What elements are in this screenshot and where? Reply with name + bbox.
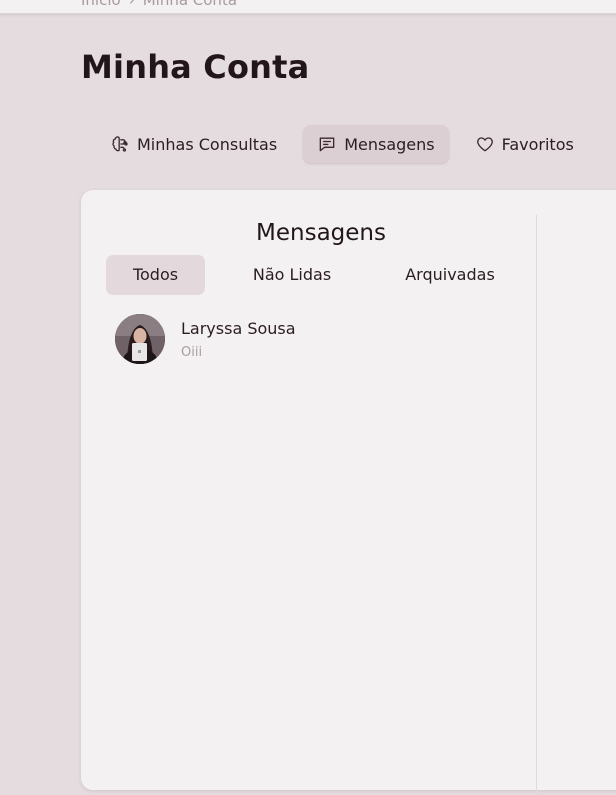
heart-icon	[476, 137, 493, 152]
messages-panel-title: Mensagens	[256, 220, 386, 246]
nav-item-favoritos[interactable]: Favoritos	[461, 125, 588, 163]
message-filters: Todos Não Lidas Arquivadas	[106, 255, 506, 295]
messages-card: Mensagens Todos Não Lidas Arquivadas Lar…	[81, 190, 616, 795]
breadcrumb-separator: ›	[128, 0, 135, 9]
conversation-preview: Oiii	[181, 345, 203, 360]
filter-tab-arquivadas[interactable]: Arquivadas	[389, 255, 511, 295]
brain-icon	[112, 136, 128, 152]
conversation-item[interactable]: Laryssa Sousa Oiii	[115, 314, 495, 368]
top-bar: Início › Minha Conta	[0, 0, 616, 14]
nav-item-label: Mensagens	[344, 134, 435, 154]
filter-tab-nao-lidas[interactable]: Não Lidas	[236, 255, 348, 295]
breadcrumb-home-link[interactable]: Início	[81, 0, 121, 9]
page-title: Minha Conta	[81, 48, 310, 86]
nav-item-label: Favoritos	[501, 134, 574, 154]
filter-tab-todos[interactable]: Todos	[106, 255, 205, 295]
avatar-photo	[115, 314, 165, 364]
nav-item-mensagens[interactable]: Mensagens	[303, 125, 449, 163]
nav-item-minhas-consultas[interactable]: Minhas Consultas	[96, 125, 291, 163]
message-icon	[319, 137, 335, 152]
breadcrumb: Início › Minha Conta	[81, 0, 237, 9]
avatar	[115, 314, 165, 364]
nav-item-label: Minhas Consultas	[137, 134, 278, 154]
account-nav: Minhas Consultas Mensagens Favoritos	[96, 125, 600, 163]
panel-divider	[536, 215, 537, 795]
conversation-name: Laryssa Sousa	[181, 319, 296, 338]
breadcrumb-current: Minha Conta	[142, 0, 238, 9]
